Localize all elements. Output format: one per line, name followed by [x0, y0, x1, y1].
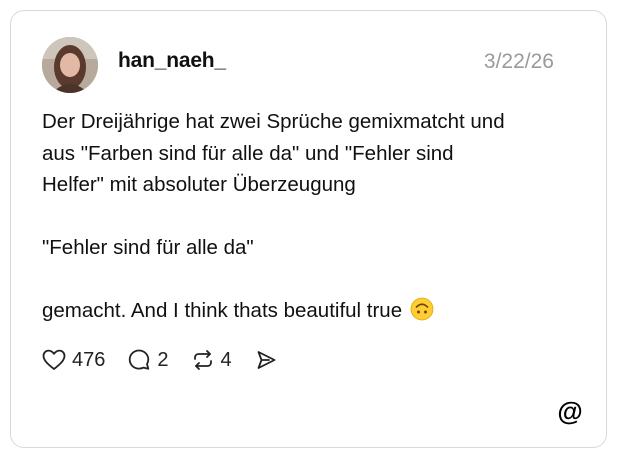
threads-logo-icon[interactable]: @ [557, 398, 583, 424]
like-button[interactable]: 476 [42, 349, 105, 372]
heart-icon [42, 349, 66, 371]
username[interactable]: han_naeh_ [118, 49, 226, 73]
like-count: 476 [72, 348, 106, 371]
share-button[interactable] [254, 348, 278, 372]
body-closing-text: gemacht. And I think thats beautiful tru… [42, 299, 403, 322]
body-quote: "Fehler sind für alle da" [42, 236, 254, 259]
post-body: Der Dreijährige hat zwei Sprüche gemixma… [42, 106, 582, 331]
reply-count: 2 [157, 348, 169, 371]
reply-button[interactable]: 2 [127, 348, 169, 372]
body-line: Helfer" mit absoluter Überzeugung [42, 173, 356, 196]
post-date: 3/22/26 [483, 50, 554, 73]
upside-down-face-emoji [410, 297, 434, 331]
repost-button[interactable]: 4 [191, 348, 232, 372]
repost-count: 4 [220, 348, 232, 371]
send-icon [254, 348, 278, 372]
action-bar: 476 2 4 [42, 345, 300, 375]
body-line: Der Dreijährige hat zwei Sprüche gemixma… [42, 110, 505, 133]
speech-bubble-icon [127, 348, 151, 372]
post-card: han_naeh_ 3/22/26 Der Dreijährige hat zw… [10, 10, 607, 448]
body-line: aus "Farben sind für alle da" und "Fehle… [42, 141, 454, 165]
body-closing: gemacht. And I think thats beautiful tru… [42, 295, 582, 331]
repost-icon [191, 348, 215, 372]
avatar[interactable] [42, 37, 98, 93]
